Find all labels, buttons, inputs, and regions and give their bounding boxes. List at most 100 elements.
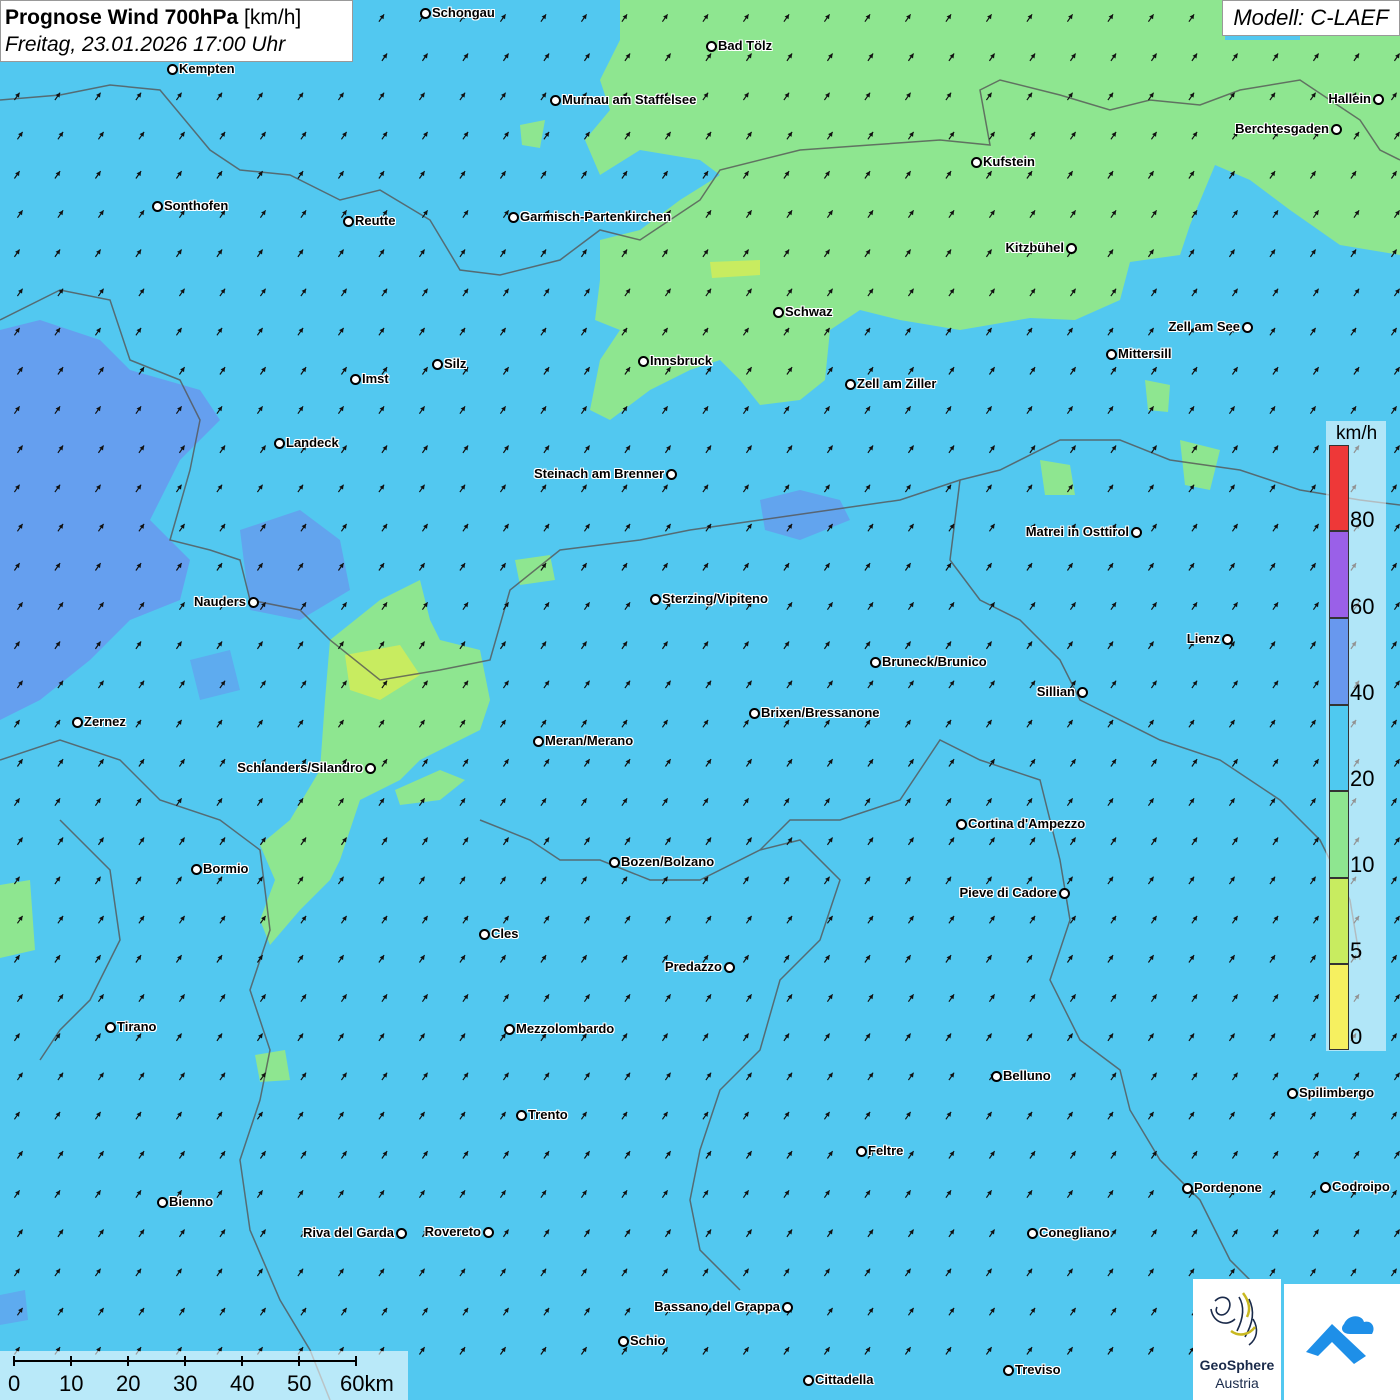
wind-arrow: [94, 405, 102, 415]
wind-arrow: [826, 366, 834, 375]
wind-arrow: [786, 915, 793, 924]
wind-arrow: [256, 954, 264, 963]
wind-arrow: [54, 1189, 61, 1199]
wind-arrow: [462, 837, 469, 846]
wind-arrow: [988, 1307, 996, 1316]
wind-arrow: [540, 484, 547, 493]
wind-arrow: [948, 1307, 955, 1316]
city-label: Riva del Garda: [302, 1225, 394, 1240]
wind-arrow: [540, 876, 547, 885]
wind-arrow: [907, 1229, 915, 1238]
wind-arrow: [54, 954, 61, 963]
wind-arrow: [1069, 1072, 1077, 1081]
wind-arrow: [138, 445, 145, 454]
wind-arrow: [742, 641, 750, 650]
legend-label-20: 20: [1350, 766, 1375, 791]
wind-arrow: [1272, 680, 1279, 689]
wind-arrow: [948, 1150, 955, 1159]
wind-arrow: [823, 562, 831, 571]
geosphere-logo[interactable]: GeoSphere Austria: [1193, 1279, 1281, 1400]
wind-arrow: [1309, 484, 1317, 493]
wind-arrow: [786, 993, 793, 1003]
wind-arrow: [985, 954, 993, 963]
legend-label-5: 5: [1350, 938, 1363, 963]
geosphere-swirl-icon: [1210, 1292, 1258, 1346]
wind-arrow: [580, 1346, 588, 1355]
wind-arrow: [948, 53, 955, 62]
wind-arrow: [297, 797, 304, 807]
wind-arrow: [945, 562, 952, 571]
wind-arrow: [1269, 876, 1276, 885]
wind-arrow: [907, 366, 915, 375]
wind-arrow: [57, 445, 64, 454]
wind-arrow: [256, 797, 264, 807]
wind-arrow: [421, 209, 429, 219]
city-marker: [71, 716, 83, 728]
wind-arrow: [459, 641, 466, 650]
wind-arrow: [337, 1111, 345, 1120]
wind-arrow: [583, 1307, 591, 1316]
wind-arrow: [1191, 131, 1198, 140]
wind-arrow: [219, 523, 226, 532]
wind-arrow: [337, 1189, 345, 1199]
city-label: Murnau am Staffelsee: [562, 92, 697, 107]
wind-arrow: [985, 92, 993, 101]
wind-arrow: [138, 366, 145, 375]
wind-arrow: [823, 327, 831, 336]
wind-arrow: [705, 915, 712, 924]
wind-arrow: [1147, 1033, 1155, 1042]
wind-arrow: [337, 797, 345, 807]
wind-arrow: [583, 523, 591, 532]
weather-app-logo[interactable]: [1284, 1284, 1400, 1400]
wind-arrow: [1269, 1033, 1276, 1042]
wind-arrow: [418, 249, 426, 258]
city-label: Schlanders/Silandro: [237, 760, 363, 775]
city-label: Garmisch-Partenkirchen: [520, 209, 672, 224]
wind-arrow: [742, 797, 750, 807]
wind-arrow: [826, 53, 834, 62]
wind-arrow: [175, 1033, 183, 1042]
wind-arrow: [624, 445, 631, 454]
wind-arrow: [543, 445, 550, 454]
wind-arrow: [580, 484, 588, 493]
wind-arrow: [1191, 53, 1198, 62]
wind-arrow: [783, 797, 790, 807]
wind-arrow: [175, 1111, 183, 1120]
city-marker: [395, 1227, 407, 1239]
city-label: Sterzing/Vipiteno: [662, 591, 768, 606]
wind-arrow: [705, 1072, 712, 1081]
wind-arrow: [381, 288, 388, 297]
wind-arrow: [94, 249, 102, 258]
scale-label-40: 40: [230, 1371, 255, 1396]
wind-arrow: [664, 993, 672, 1003]
wind-arrow: [418, 876, 426, 885]
wind-arrow: [462, 1307, 469, 1316]
wind-arrow: [745, 366, 753, 375]
wind-arrow: [1312, 993, 1320, 1003]
wind-arrow: [97, 523, 105, 532]
wind-arrow: [259, 680, 267, 689]
wind-arrow: [418, 954, 426, 963]
wind-arrow: [138, 601, 145, 611]
wind-arrow: [1390, 562, 1398, 571]
wind-arrow: [340, 601, 348, 611]
wind-arrow: [138, 993, 145, 1003]
wind-arrow: [540, 1346, 547, 1355]
wind-arrow: [97, 993, 105, 1003]
wind-arrow: [1228, 484, 1236, 493]
city-label: Spilimbergo: [1299, 1085, 1375, 1100]
wind-arrow: [259, 1072, 267, 1081]
wind-arrow: [378, 484, 385, 493]
wind-arrow: [945, 327, 952, 336]
wind-arrow: [219, 1150, 226, 1159]
wind-arrow: [988, 915, 996, 924]
wind-arrow: [1231, 758, 1239, 767]
city-marker: [772, 306, 784, 318]
wind-arrow: [1069, 837, 1077, 846]
wind-arrow: [823, 1111, 831, 1120]
wind-arrow: [1393, 53, 1400, 62]
city-marker: [507, 211, 519, 223]
wind-arrow: [502, 915, 510, 924]
wind-arrow: [583, 1229, 591, 1238]
wind-arrow: [1390, 1111, 1398, 1120]
